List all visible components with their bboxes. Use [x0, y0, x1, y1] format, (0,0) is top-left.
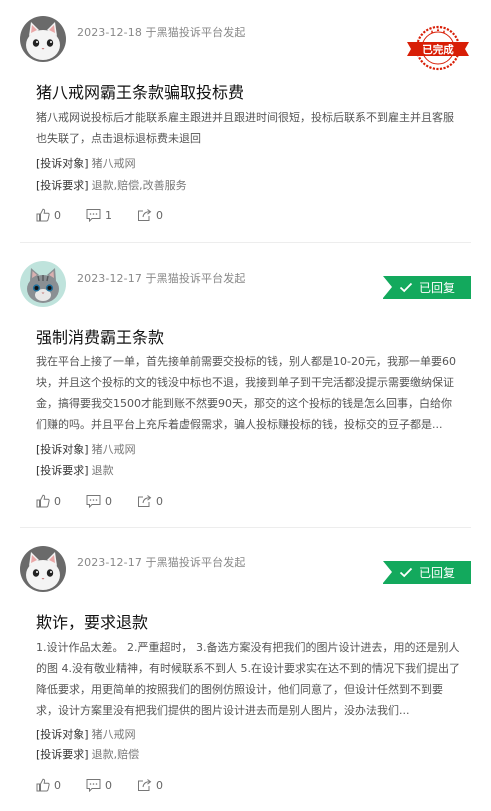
- share-icon: [138, 779, 152, 791]
- like-count: 0: [54, 208, 61, 222]
- complaint-title[interactable]: 强制消费霸王条款: [36, 324, 164, 348]
- target-label: [投诉对象]: [36, 157, 89, 170]
- complaint-target: [投诉对象] 猪八戒网: [36, 726, 136, 742]
- complaint-card[interactable]: 2023-12-18 于黑猫投诉平台发起 已完成 猪八戒网霸王条款骗取投标费 猪…: [20, 0, 471, 242]
- action-bar: 0 1 0: [36, 207, 188, 223]
- like-count: 0: [54, 778, 61, 792]
- comment-count: 0: [105, 778, 112, 792]
- share-icon: [138, 495, 152, 507]
- status-badge: 已回复: [383, 561, 471, 584]
- request-value: 退款,赔偿: [91, 748, 140, 761]
- complaint-description: 猪八戒网说投标后才能联系雇主跟进并且跟进时间很短，投标后联系不到雇主并且客服也失…: [36, 111, 454, 145]
- thumbs-up-icon: [36, 494, 50, 508]
- like-button[interactable]: 0: [36, 208, 61, 222]
- status-badge: 已回复: [383, 276, 471, 299]
- complaint-meta: 2023-12-18 于黑猫投诉平台发起: [77, 26, 246, 39]
- like-button[interactable]: 0: [36, 494, 61, 508]
- status-badge-label: 已回复: [418, 566, 455, 580]
- status-badge-label: 已回复: [418, 281, 455, 295]
- checkmark-icon: [399, 567, 413, 578]
- comment-button[interactable]: 0: [86, 778, 112, 792]
- complaint-request: [投诉要求] 退款: [36, 462, 114, 478]
- complaint-meta: 2023-12-17 于黑猫投诉平台发起: [77, 556, 246, 569]
- target-value: 猪八戒网: [91, 157, 136, 170]
- complaint-target: [投诉对象] 猪八戒网: [36, 441, 136, 457]
- action-bar: 0 0 0: [36, 777, 188, 793]
- share-button[interactable]: 0: [137, 494, 163, 508]
- white-cat-avatar-icon: [20, 546, 66, 592]
- request-label: [投诉要求]: [36, 748, 89, 761]
- share-count: 0: [156, 778, 163, 792]
- status-stamp-text: 已完成: [422, 43, 454, 56]
- avatar[interactable]: [20, 261, 66, 307]
- complaint-card[interactable]: 2023-12-17 于黑猫投诉平台发起 已回复 强制消费霸王条款 我在平台上接…: [20, 243, 471, 527]
- avatar[interactable]: [20, 546, 66, 592]
- target-value: 猪八戒网: [91, 443, 136, 456]
- white-cat-avatar-icon: [20, 16, 66, 62]
- share-button[interactable]: 0: [137, 208, 163, 222]
- comment-count: 0: [105, 494, 112, 508]
- share-icon: [138, 209, 152, 221]
- request-value: 退款: [91, 464, 114, 477]
- comment-count: 1: [105, 208, 112, 222]
- share-count: 0: [156, 208, 163, 222]
- complaint-title[interactable]: 欺诈，要求退款: [36, 609, 148, 633]
- target-value: 猪八戒网: [91, 728, 136, 741]
- target-label: [投诉对象]: [36, 443, 89, 456]
- comment-icon: [86, 209, 101, 222]
- share-button[interactable]: 0: [137, 778, 163, 792]
- target-label: [投诉对象]: [36, 728, 89, 741]
- complaint-request: [投诉要求] 退款,赔偿: [36, 746, 139, 762]
- complaint-description: 1.设计作品太差。 2.严重超时， 3.备选方案没有把我们的图片设计进去，用的还…: [36, 641, 460, 717]
- comment-icon: [86, 495, 101, 508]
- like-count: 0: [54, 494, 61, 508]
- request-label: [投诉要求]: [36, 179, 89, 192]
- checkmark-icon: [399, 282, 413, 293]
- complaint-target: [投诉对象] 猪八戒网: [36, 155, 136, 171]
- complaint-request: [投诉要求] 退款,赔偿,改善服务: [36, 177, 187, 193]
- comment-icon: [86, 779, 101, 792]
- grey-cat-avatar-icon: [20, 261, 66, 307]
- comment-button[interactable]: 0: [86, 494, 112, 508]
- complaint-card[interactable]: 2023-12-17 于黑猫投诉平台发起 已回复 欺诈，要求退款 1.设计作品太…: [20, 528, 471, 811]
- complaint-description: 我在平台上接了一单，首先接单前需要交投标的钱，别人都是10-20元，我那一单要6…: [36, 355, 456, 431]
- complaint-title[interactable]: 猪八戒网霸王条款骗取投标费: [36, 79, 244, 103]
- complaint-meta: 2023-12-17 于黑猫投诉平台发起: [77, 272, 246, 285]
- thumbs-up-icon: [36, 208, 50, 222]
- like-button[interactable]: 0: [36, 778, 61, 792]
- request-label: [投诉要求]: [36, 464, 89, 477]
- action-bar: 0 0 0: [36, 493, 188, 509]
- thumbs-up-icon: [36, 778, 50, 792]
- request-value: 退款,赔偿,改善服务: [91, 179, 187, 192]
- comment-button[interactable]: 1: [86, 208, 112, 222]
- completed-stamp-icon: 已完成: [407, 25, 469, 71]
- avatar[interactable]: [20, 16, 66, 62]
- share-count: 0: [156, 494, 163, 508]
